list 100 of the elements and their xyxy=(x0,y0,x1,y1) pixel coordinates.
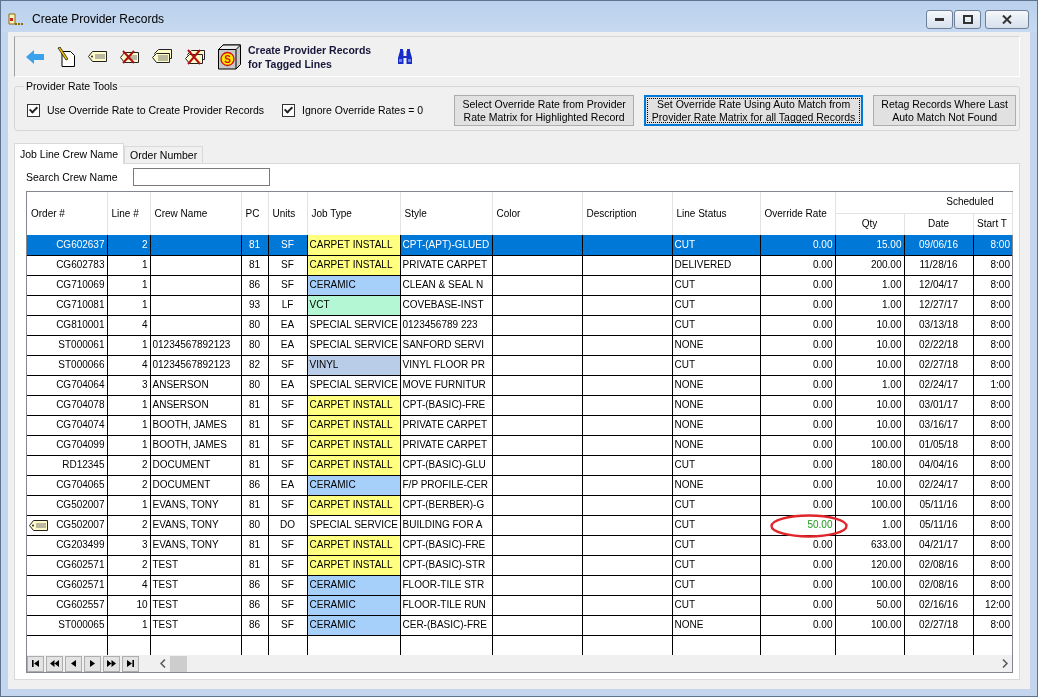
table-row[interactable]: ST000061 1 01234567892123 80 EA SPECIAL SERVICE SANFORD SERVI NONE 0.00 10.00 02/22/18 8:00 xyxy=(27,335,1012,355)
table-cell: 3 xyxy=(107,375,150,395)
table-row[interactable]: CG602557 10 TEST 86 SF CERAMIC FLOOR-TILE RUN CUT 0.00 50.00 02/16/16 12:00 xyxy=(27,595,1012,615)
column-header[interactable]: Line # xyxy=(107,192,150,235)
table-row[interactable]: ST000065 1 TEST 86 SF CERAMIC CER-(BASIC)-FRE NONE 0.00 100.00 02/27/18 8:00 xyxy=(27,615,1012,635)
column-header[interactable]: Crew Name xyxy=(150,192,241,235)
action-button[interactable]: Set Override Rate Using Auto Match from Provider Rate Matrix for all Tagged Records xyxy=(643,95,864,126)
tags-cross-icon[interactable] xyxy=(185,48,205,65)
table-cell: SF xyxy=(268,275,307,295)
previous-button[interactable] xyxy=(65,655,82,672)
column-header[interactable]: Style xyxy=(400,192,492,235)
table-cell: 80 xyxy=(241,515,268,535)
next-button[interactable] xyxy=(84,655,101,672)
chevron-right-icon[interactable] xyxy=(1002,659,1008,668)
column-header[interactable]: Units xyxy=(268,192,307,235)
maximize-button[interactable] xyxy=(954,10,981,29)
table-cell: 01234567892123 xyxy=(150,355,241,375)
table-row[interactable]: CG810001 4 80 EA SPECIAL SERVICE 0123456789 223 CUT 0.00 10.00 03/13/18 8:00 xyxy=(27,315,1012,335)
table-cell: 0123456789 223 xyxy=(400,315,492,335)
tab[interactable]: Order Number xyxy=(124,146,204,163)
column-header[interactable]: Qty xyxy=(835,213,904,235)
table-cell: 81 xyxy=(241,455,268,475)
table-row[interactable]: CG710081 1 93 LF VCT COVEBASE-INST CUT 0.00 1.00 12/27/17 8:00 xyxy=(27,295,1012,315)
table-cell: CPT-(BASIC)-FRE xyxy=(400,395,492,415)
horizontal-scrollbar[interactable] xyxy=(27,655,1012,672)
table-cell: 93 xyxy=(241,295,268,315)
close-button[interactable] xyxy=(985,10,1029,29)
table-cell: 10.00 xyxy=(835,415,904,435)
table-cell: CPT-(BERBER)-G xyxy=(400,495,492,515)
table-cell: 0.00 xyxy=(760,455,835,475)
tag-cross-icon[interactable] xyxy=(120,49,139,64)
column-header[interactable]: Job Type xyxy=(307,192,400,235)
table-row[interactable]: CG602571 4 TEST 86 SF CERAMIC FLOOR-TILE STR CUT 0.00 100.00 02/08/16 8:00 xyxy=(27,575,1012,595)
table-row[interactable]: CG602571 2 TEST 81 SF CARPET INSTALL CPT-(BASIC)-STR CUT 0.00 120.00 02/08/16 8:00 xyxy=(27,555,1012,575)
tag-icon[interactable] xyxy=(88,51,107,62)
table-cell: BOOTH, JAMES xyxy=(150,435,241,455)
table-row[interactable]: CG502007 2 EVANS, TONY 80 DO SPECIAL SERVICE BUILDING FOR A CUT 50.00 1.00 05/11/16 8:00 xyxy=(27,515,1012,535)
column-header[interactable]: Start T xyxy=(973,213,1012,235)
table-row[interactable]: RD12345 2 DOCUMENT 81 SF CARPET INSTALL CPT-(BASIC)-GLU CUT 0.00 180.00 04/04/16 8:00 xyxy=(27,455,1012,475)
table-cell: 80 xyxy=(241,335,268,355)
table-cell: 50.00 xyxy=(835,595,904,615)
table-row[interactable]: CG704065 2 DOCUMENT 86 EA CERAMIC F/P PROFILE-CER NONE 0.00 10.00 02/24/17 8:00 xyxy=(27,475,1012,495)
chevron-left-icon[interactable] xyxy=(160,659,166,668)
previous-page-button[interactable] xyxy=(46,655,63,672)
checkbox[interactable] xyxy=(282,104,296,117)
table-row[interactable]: ST000066 4 01234567892123 82 SF VINYL VINYL FLOOR PR CUT 0.00 10.00 02/27/18 8:00 xyxy=(27,355,1012,375)
column-header[interactable]: Order # xyxy=(27,192,107,235)
table-cell: 200.00 xyxy=(835,255,904,275)
table-cell: 2 xyxy=(107,515,150,535)
checkbox[interactable] xyxy=(27,104,40,117)
table-cell: 1 xyxy=(107,335,150,355)
tags-icon[interactable] xyxy=(152,49,172,64)
table-cell: SF xyxy=(268,455,307,475)
table-row[interactable]: CG704099 1 BOOTH, JAMES 81 SF CARPET INSTALL PRIVATE CARPET NONE 0.00 100.00 01/05/18 8:00 xyxy=(27,435,1012,455)
table-cell: 02/24/17 xyxy=(904,475,973,495)
action-button[interactable]: Retag Records Where Last Auto Match Not Found xyxy=(873,95,1016,126)
table-row[interactable]: CG704064 3 ANSERSON 80 EA SPECIAL SERVICE MOVE FURNITUR NONE 0.00 1.00 02/24/17 1:00 xyxy=(27,375,1012,395)
table-row[interactable]: CG704074 1 BOOTH, JAMES 81 SF CARPET INSTALL PRIVATE CARPET NONE 0.00 10.00 03/16/17 8:00 xyxy=(27,415,1012,435)
document-pencil-icon[interactable] xyxy=(57,46,75,67)
table-cell: SF xyxy=(268,595,307,615)
column-header[interactable]: Description xyxy=(582,192,672,235)
table-row[interactable]: CG704078 1 ANSERSON 81 SF CARPET INSTALL CPT-(BASIC)-FRE NONE 0.00 10.00 03/01/17 8:00 xyxy=(27,395,1012,415)
table-cell: NONE xyxy=(672,335,760,355)
scroll-thumb[interactable] xyxy=(170,655,187,672)
table-cell: 0.00 xyxy=(760,435,835,455)
binoculars-icon[interactable] xyxy=(397,48,414,65)
table-cell: NONE xyxy=(672,415,760,435)
table-row[interactable]: CG602637 2 81 SF CARPET INSTALL CPT-(APT)-GLUED CUT 0.00 15.00 09/06/16 8:00 xyxy=(27,235,1012,255)
column-header[interactable]: Color xyxy=(492,192,582,235)
close-icon xyxy=(1002,15,1012,24)
table-cell: 81 xyxy=(241,435,268,455)
create-records-button[interactable]: S Create Provider Records for Tagged Lines xyxy=(218,42,372,71)
table-row[interactable]: CG602783 1 81 SF CARPET INSTALL PRIVATE CARPET DELIVERED 0.00 200.00 11/28/16 8:00 xyxy=(27,255,1012,275)
table-cell: 633.00 xyxy=(835,535,904,555)
table-cell: 86 xyxy=(241,595,268,615)
minimize-button[interactable] xyxy=(926,10,953,29)
column-header[interactable]: PC xyxy=(241,192,268,235)
next-page-button[interactable] xyxy=(103,655,120,672)
minimize-icon xyxy=(935,18,944,21)
table-cell: 0.00 xyxy=(760,555,835,575)
table-row[interactable]: CG502007 1 EVANS, TONY 81 SF CARPET INSTALL CPT-(BERBER)-G CUT 0.00 100.00 05/11/16 8:00 xyxy=(27,495,1012,515)
column-header[interactable]: Override Rate xyxy=(760,192,835,235)
action-button[interactable]: Select Override Rate from Provider Rate Matrix for Highlighted Record xyxy=(454,95,634,126)
last-button[interactable] xyxy=(122,655,139,672)
table-cell: 86 xyxy=(241,275,268,295)
column-header[interactable]: Line Status xyxy=(672,192,760,235)
maximize-icon xyxy=(962,15,973,24)
first-button[interactable] xyxy=(27,655,44,672)
table-cell: SF xyxy=(268,395,307,415)
table-cell: TEST xyxy=(150,575,241,595)
table-row[interactable]: CG203499 3 EVANS, TONY 81 SF CARPET INSTALL CPT-(BASIC)-FRE CUT 0.00 633.00 04/21/17 8:00 xyxy=(27,535,1012,555)
table-cell: LF xyxy=(268,295,307,315)
table-cell: 03/16/17 xyxy=(904,415,973,435)
tab[interactable]: Job Line Crew Name xyxy=(14,143,125,164)
table-cell: 82 xyxy=(241,355,268,375)
table-row[interactable]: CG710069 1 86 SF CERAMIC CLEAN & SEAL N CUT 0.00 1.00 12/04/17 8:00 xyxy=(27,275,1012,295)
table-cell: EVANS, TONY xyxy=(150,515,241,535)
table-cell: 02/22/18 xyxy=(904,335,973,355)
column-header[interactable]: Date xyxy=(904,213,973,235)
search-field[interactable] xyxy=(132,168,270,186)
